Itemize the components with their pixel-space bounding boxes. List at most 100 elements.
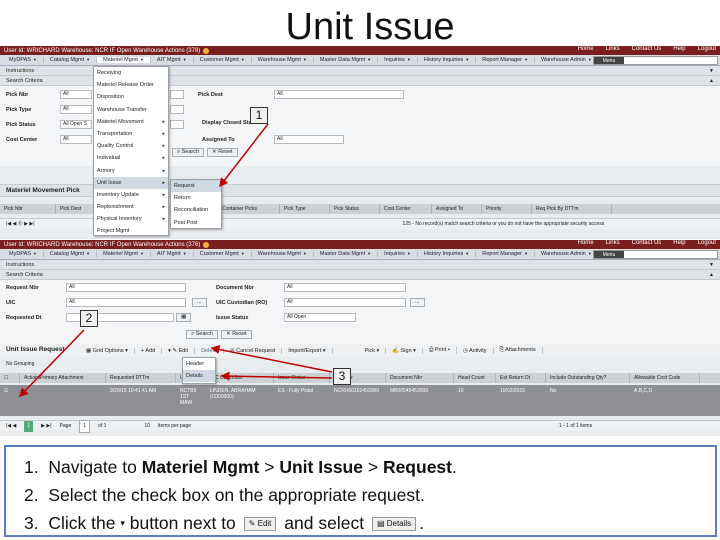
submenu-request[interactable]: Request: [171, 180, 221, 193]
pager-first-prev[interactable]: |◀ ◀: [6, 421, 16, 432]
pick-nbr-extra-field[interactable]: [170, 90, 184, 99]
activity-button[interactable]: ◷ Activity: [457, 347, 494, 354]
menu2-ait-mgmt[interactable]: AIT Mgmt ▼: [151, 251, 194, 257]
pager-current-page[interactable]: 1: [24, 420, 34, 432]
table-row[interactable]: ☑ 9/20/15 10:41:41 AM NCTB5 1ST MAW LIND…: [0, 385, 720, 416]
help-link[interactable]: Help: [673, 46, 685, 52]
menu-search-2[interactable]: Menu: [593, 250, 718, 259]
sign-button[interactable]: ✍ Sign ▾: [386, 347, 423, 354]
pick-nbr-field[interactable]: All: [60, 90, 92, 99]
menu-mydpas[interactable]: MyDPAS ▼: [3, 57, 44, 63]
reset-button-2[interactable]: ✕ Reset: [221, 330, 252, 339]
menu-materiel-release-order[interactable]: Materiel Release Order: [94, 79, 168, 91]
home-link-2[interactable]: Home: [578, 240, 594, 246]
col-req-pick-by[interactable]: Req Pick By DTTm: [532, 204, 612, 214]
import-export-button[interactable]: Import/Export ▾: [282, 347, 333, 354]
pick-type-extra[interactable]: [170, 105, 184, 114]
col-primary-attachment[interactable]: Primary Attachment: [36, 373, 106, 383]
menu-receiving[interactable]: Receiving: [94, 67, 168, 79]
links-link[interactable]: Links: [606, 46, 620, 52]
menu-physical-inventory[interactable]: Physical Inventory ▸: [94, 213, 168, 225]
help-link-2[interactable]: Help: [673, 240, 685, 246]
search-button[interactable]: ⌕ Search: [172, 148, 205, 157]
logout-link[interactable]: Logout: [698, 46, 716, 52]
col-pick-status[interactable]: Pick Status: [330, 204, 380, 214]
issue-status-field[interactable]: All Open: [284, 313, 356, 322]
uic-field[interactable]: All: [66, 298, 186, 307]
expand-icon-2[interactable]: ▼: [709, 260, 714, 270]
edit-menu-header[interactable]: Header: [183, 358, 215, 370]
search-criteria-header-2[interactable]: Search Criteria ▲: [0, 270, 720, 280]
menu2-history-inquiries[interactable]: History Inquiries ▼: [418, 251, 477, 257]
contact-link-2[interactable]: Contact Us: [632, 240, 662, 246]
col-document-nbr[interactable]: Document Nbr: [386, 373, 454, 383]
menu-materiel-mgmt[interactable]: Materiel Mgmt ▼: [97, 57, 151, 63]
menu-inquiries[interactable]: Inquiries ▼: [378, 57, 418, 63]
pager-next-last[interactable]: ▶ ▶|: [41, 421, 51, 432]
logout-link-2[interactable]: Logout: [698, 240, 716, 246]
request-nbr-field[interactable]: All: [66, 283, 186, 292]
col-requested-dttm[interactable]: Requested DTTm: [106, 373, 176, 383]
custodian-lookup-button[interactable]: ...: [410, 298, 425, 307]
col-assigned-to[interactable]: Assigned To: [432, 204, 482, 214]
row-checkbox[interactable]: ☑: [0, 385, 20, 416]
delete-button[interactable]: Delete: [195, 347, 224, 354]
submenu-reconciliation[interactable]: Reconciliation: [171, 204, 221, 216]
col-est-return-dt[interactable]: Est Return Dt: [496, 373, 546, 383]
menu2-catalog-mgmt[interactable]: Catalog Mgmt ▼: [44, 251, 98, 257]
pick-dest-field[interactable]: All: [274, 90, 404, 99]
attachments-button[interactable]: ⎘ Attachments: [494, 347, 543, 354]
menu2-report-manager[interactable]: Report Manager ▼: [476, 251, 535, 257]
menu-armory[interactable]: Armory ▸: [94, 165, 168, 177]
contact-link[interactable]: Contact Us: [632, 46, 662, 52]
edit-menu-details[interactable]: Details: [183, 370, 215, 382]
menu-individual[interactable]: Individual ▸: [94, 152, 168, 164]
pick-type-field[interactable]: All: [60, 105, 92, 114]
menu-history-inquiries[interactable]: History Inquiries ▼: [418, 57, 477, 63]
menu2-materiel-mgmt[interactable]: Materiel Mgmt ▼: [97, 251, 151, 257]
col-include-outstanding[interactable]: Include Outstanding Qty?: [546, 373, 630, 383]
pick-status-field[interactable]: All Open S: [60, 120, 92, 129]
menu2-inquiries[interactable]: Inquiries ▼: [378, 251, 418, 257]
menu-search-button-2[interactable]: Menu: [594, 251, 624, 258]
menu2-customer-mgmt[interactable]: Customer Mgmt ▼: [194, 251, 252, 257]
print-button[interactable]: ⎙ Print ▾: [423, 347, 458, 354]
col-pick-nbr[interactable]: Pick Nbr: [0, 204, 56, 214]
menu-search-button[interactable]: Menu: [594, 57, 624, 64]
search-button-2[interactable]: ⌕ Search: [186, 330, 219, 339]
menu-disposition[interactable]: Disposition: [94, 91, 168, 103]
menu-replenishment[interactable]: Replenishment ▸: [94, 201, 168, 213]
home-link[interactable]: Home: [578, 46, 594, 52]
menu-quality-control[interactable]: Quality Control ▸: [94, 140, 168, 152]
cost-center-field[interactable]: All: [60, 135, 92, 144]
instructions-header-2[interactable]: Instructions ▼: [0, 260, 720, 270]
col-container-picks[interactable]: Container Picks: [218, 204, 280, 214]
grid-options-button[interactable]: ▦ Grid Options ▾: [80, 347, 135, 354]
menu-report-manager[interactable]: Report Manager ▼: [476, 57, 535, 63]
col-head-count[interactable]: Head Count: [454, 373, 496, 383]
add-button[interactable]: + Add: [135, 347, 163, 354]
menu-warehouse-mgmt[interactable]: Warehouse Mgmt ▼: [252, 57, 314, 63]
collapse-icon[interactable]: ▲: [709, 76, 714, 86]
calendar-icon[interactable]: ▦: [176, 313, 192, 322]
pager-page-input[interactable]: 1: [79, 419, 91, 433]
menu2-warehouse-mgmt[interactable]: Warehouse Mgmt ▼: [252, 251, 314, 257]
pick-button[interactable]: Pick ▾: [359, 347, 387, 354]
expand-icon[interactable]: ▼: [709, 66, 714, 76]
collapse-icon-2[interactable]: ▲: [709, 270, 714, 280]
pick-status-extra[interactable]: [170, 120, 184, 129]
menu-warehouse-admin[interactable]: Warehouse Admin ▼: [535, 57, 599, 63]
menu-customer-mgmt[interactable]: Customer Mgmt ▼: [194, 57, 252, 63]
submenu-return[interactable]: Return: [171, 192, 221, 204]
menu-master-data-mgmt[interactable]: Master Data Mgmt ▼: [314, 57, 379, 63]
uic-lookup-button[interactable]: ...: [192, 298, 207, 307]
col-priority[interactable]: Priority: [482, 204, 532, 214]
menu2-master-data-mgmt[interactable]: Master Data Mgmt ▼: [314, 251, 379, 257]
menu-search[interactable]: Menu: [593, 56, 718, 65]
menu-project-mgmt[interactable]: Project Mgmt: [94, 225, 168, 237]
col-pick-type[interactable]: Pick Type: [280, 204, 330, 214]
menu-transportation[interactable]: Transportation ▸: [94, 128, 168, 140]
col-uic-custodian[interactable]: UIC Custodian: [206, 373, 274, 383]
pager-nav[interactable]: |◀ ◀ ⓪ ▶ ▶|: [6, 219, 35, 230]
document-nbr-field[interactable]: All: [284, 283, 406, 292]
